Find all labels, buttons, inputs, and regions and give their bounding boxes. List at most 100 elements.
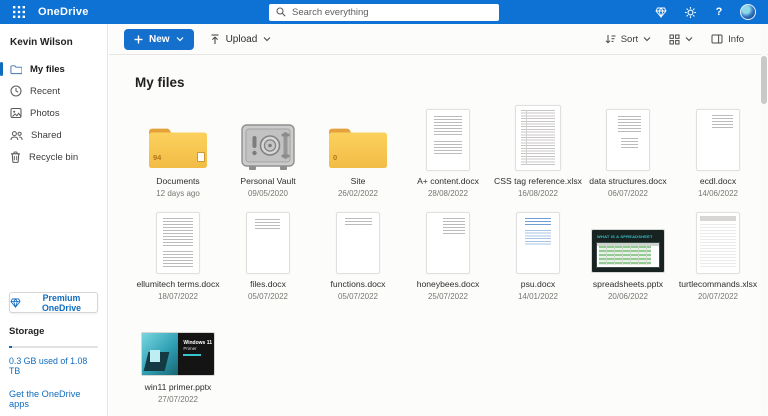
- slide-text-panel: Windows 11 Primer: [178, 333, 214, 375]
- topbar-actions: ?: [653, 4, 760, 20]
- plus-icon: [134, 35, 143, 44]
- diamond-icon: [10, 297, 21, 308]
- file-tile-personal-vault[interactable]: Personal Vault 09/05/2020: [223, 105, 313, 198]
- file-tile[interactable]: ellumitech terms.docx 18/07/2022: [133, 208, 223, 301]
- file-name: honeybees.docx: [416, 279, 480, 289]
- file-tile[interactable]: files.docx 05/07/2022: [223, 208, 313, 301]
- vertical-scrollbar-thumb[interactable]: [761, 56, 767, 104]
- file-tile[interactable]: WHAT IS A SPREADSHEET spreadsheets.pptx …: [583, 208, 673, 301]
- file-name: Site: [350, 176, 366, 186]
- file-name: CSS tag reference.xlsx: [494, 176, 582, 186]
- sidebar-bottom-section: Premium OneDrive Storage 0.3 GB used of …: [0, 292, 107, 409]
- help-icon[interactable]: ?: [711, 4, 727, 20]
- file-name: ecdl.docx: [699, 176, 737, 186]
- main-content: New Upload Sort Info My files 94 Documen…: [109, 24, 768, 416]
- premium-diamond-icon[interactable]: [653, 4, 669, 20]
- file-date: 27/07/2022: [157, 395, 199, 404]
- sidebar-item-recycle-bin[interactable]: Recycle bin: [0, 146, 107, 168]
- chevron-down-icon: [263, 36, 271, 42]
- premium-onedrive-button[interactable]: Premium OneDrive: [9, 292, 98, 313]
- app-launcher-icon[interactable]: [8, 0, 30, 24]
- sort-button[interactable]: Sort: [605, 34, 651, 45]
- new-button[interactable]: New: [124, 28, 194, 50]
- sidebar-item-label: Recent: [30, 85, 61, 97]
- file-tile[interactable]: psu.docx 14/01/2022: [493, 208, 583, 301]
- document-thumbnail: [583, 105, 673, 171]
- file-tile[interactable]: honeybees.docx 25/07/2022: [403, 208, 493, 301]
- file-name: files.docx: [250, 279, 286, 289]
- file-name: win11 primer.pptx: [144, 382, 212, 392]
- sort-label: Sort: [620, 33, 639, 45]
- chevron-down-icon: [176, 36, 184, 42]
- document-thumbnail: [133, 208, 223, 274]
- presentation-thumbnail: WHAT IS A SPREADSHEET: [583, 208, 673, 274]
- folder-icon: [10, 64, 22, 75]
- storage-usage-link[interactable]: 0.3 GB used of 1.08 TB: [9, 356, 98, 376]
- file-date: 25/07/2022: [427, 292, 469, 301]
- file-tile-site[interactable]: 0 Site 26/02/2022: [313, 105, 403, 198]
- folder-thumbnail: 0: [313, 105, 403, 171]
- left-sidebar: Kevin Wilson My files Recent Photos Shar…: [0, 24, 108, 416]
- sort-icon: [605, 34, 616, 44]
- grid-view-icon: [669, 34, 680, 45]
- slide-accent-bar: [183, 354, 202, 356]
- settings-gear-icon[interactable]: [682, 4, 698, 20]
- people-icon: [10, 130, 23, 141]
- file-tile-documents[interactable]: 94 Documents 12 days ago: [133, 105, 223, 198]
- command-toolbar: New Upload Sort Info: [109, 24, 768, 55]
- toolbar-right-actions: Sort Info: [605, 34, 744, 45]
- folder-icon: [149, 128, 207, 168]
- file-name: data structures.docx: [589, 176, 667, 186]
- file-date: 20/06/2022: [607, 292, 649, 301]
- get-onedrive-apps-link[interactable]: Get the OneDrive apps: [9, 389, 98, 409]
- search-bar[interactable]: [269, 3, 499, 21]
- info-pane-button[interactable]: Info: [711, 34, 744, 45]
- file-tile[interactable]: functions.docx 05/07/2022: [313, 208, 403, 301]
- document-thumbnail: [223, 208, 313, 274]
- document-thumbnail: [403, 105, 493, 171]
- presentation-thumbnail: Windows 11 Primer: [133, 311, 223, 377]
- page-title: My files: [135, 75, 185, 90]
- file-tile[interactable]: Windows 11 Primer win11 primer.pptx 27/0…: [133, 311, 223, 404]
- file-tile[interactable]: CSS tag reference.xlsx 16/08/2022: [493, 105, 583, 198]
- view-options-button[interactable]: [669, 34, 693, 45]
- slide-subtitle-text: Primer: [183, 346, 197, 351]
- slide-photo: [142, 333, 179, 375]
- file-name: spreadsheets.pptx: [592, 279, 664, 289]
- safe-vault-icon: [241, 124, 295, 170]
- clock-icon: [10, 85, 22, 97]
- user-avatar[interactable]: [740, 4, 756, 20]
- storage-progress-bar: [9, 346, 98, 348]
- file-name: turtlecommands.xlsx: [678, 279, 758, 289]
- info-label: Info: [728, 33, 744, 45]
- file-date: 05/07/2022: [247, 292, 289, 301]
- sidebar-item-label: Photos: [30, 107, 60, 119]
- file-tile[interactable]: turtlecommands.xlsx 20/07/2022: [673, 208, 763, 301]
- upload-icon: [210, 33, 220, 45]
- sidebar-item-label: Recycle bin: [29, 151, 79, 163]
- sidebar-item-label: My files: [30, 63, 65, 75]
- chevron-down-icon: [643, 36, 651, 42]
- folder-item-count: 0: [333, 153, 338, 162]
- slide-title-text: WHAT IS A SPREADSHEET: [597, 234, 653, 239]
- folder-doc-badge: [197, 152, 205, 162]
- search-input[interactable]: [292, 6, 492, 18]
- file-date: 14/06/2022: [697, 189, 739, 198]
- file-tile[interactable]: ecdl.docx 14/06/2022: [673, 105, 763, 198]
- file-date: 18/07/2022: [157, 292, 199, 301]
- file-date: 09/05/2020: [247, 189, 289, 198]
- sidebar-item-photos[interactable]: Photos: [0, 102, 107, 124]
- file-tile[interactable]: data structures.docx 06/07/2022: [583, 105, 673, 198]
- sidebar-item-recent[interactable]: Recent: [0, 80, 107, 102]
- file-name: ellumitech terms.docx: [136, 279, 220, 289]
- sidebar-item-shared[interactable]: Shared: [0, 124, 107, 146]
- file-name: A+ content.docx: [417, 176, 479, 186]
- spreadsheet-thumbnail: [493, 105, 583, 171]
- folder-thumbnail: 94: [133, 105, 223, 171]
- file-date: 16/08/2022: [517, 189, 559, 198]
- sidebar-item-my-files[interactable]: My files: [0, 58, 107, 80]
- file-tile[interactable]: A+ content.docx 28/08/2022: [403, 105, 493, 198]
- slide-spreadsheet-image: [597, 243, 659, 267]
- app-title[interactable]: OneDrive: [38, 6, 89, 18]
- upload-button[interactable]: Upload: [210, 34, 272, 45]
